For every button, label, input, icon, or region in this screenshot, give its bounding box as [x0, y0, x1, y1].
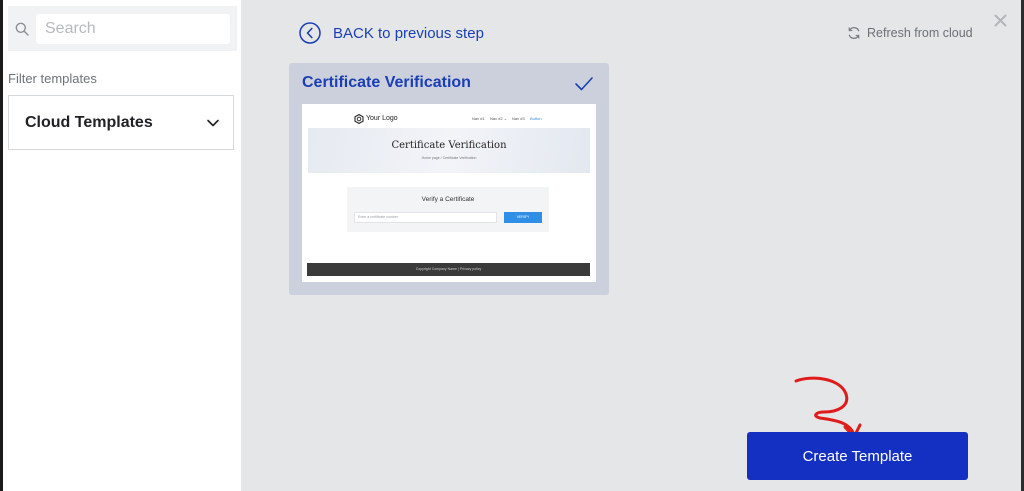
chevron-down-icon — [207, 119, 219, 127]
preview-nav-item: Nav #2 ⌄ — [490, 116, 508, 121]
preview-verify-form: Verify a Certificate Enter a certificate… — [347, 187, 549, 232]
refresh-icon — [848, 27, 860, 39]
preview-hero-title: Certificate Verification — [391, 140, 507, 151]
sidebar: Filter templates Cloud Templates — [3, 0, 241, 491]
template-preview: Your Logo Nav #1 Nav #2 ⌄ Nav #3 Button … — [302, 104, 596, 282]
preview-footer-text: Copyright Company Name | Privacy policy — [415, 267, 482, 271]
preview-nav-button: Button — [530, 116, 542, 121]
template-source-select[interactable]: Cloud Templates — [8, 95, 234, 150]
search-icon — [15, 22, 29, 36]
template-card[interactable]: Certificate Verification Your Logo Nav #… — [289, 63, 609, 295]
refresh-from-cloud-button[interactable]: Refresh from cloud — [847, 25, 973, 41]
preview-breadcrumb: Home page / Certificate Verification — [421, 156, 477, 160]
preview-nav-item: Nav #1 — [472, 116, 485, 121]
preview-form-title: Verify a Certificate — [421, 196, 475, 203]
preview-hero: Certificate Verification Home page / Cer… — [308, 128, 590, 173]
preview-verify-button: VERIFY — [504, 212, 542, 223]
template-card-title: Certificate Verification — [302, 74, 471, 91]
preview-logo-text: Your Logo — [366, 115, 398, 122]
back-button[interactable]: BACK to previous step — [299, 22, 484, 44]
template-picker-modal: Filter templates Cloud Templates BACK to… — [0, 0, 1024, 491]
search-input[interactable] — [36, 14, 230, 44]
template-source-value: Cloud Templates — [25, 114, 153, 131]
preview-certificate-field: Enter a certificate number — [354, 212, 497, 223]
back-button-label: BACK to previous step — [333, 24, 484, 42]
filter-label: Filter templates — [8, 71, 97, 86]
preview-footer: Copyright Company Name | Privacy policy — [307, 263, 590, 276]
search-bar — [8, 6, 237, 51]
chevron-left-circle-icon — [299, 22, 321, 44]
create-template-button[interactable]: Create Template — [747, 432, 968, 480]
close-icon[interactable] — [994, 14, 1007, 27]
logo-icon — [354, 114, 364, 124]
check-icon — [575, 77, 593, 91]
refresh-label: Refresh from cloud — [867, 26, 973, 40]
preview-nav-item: Nav #3 — [512, 116, 525, 121]
